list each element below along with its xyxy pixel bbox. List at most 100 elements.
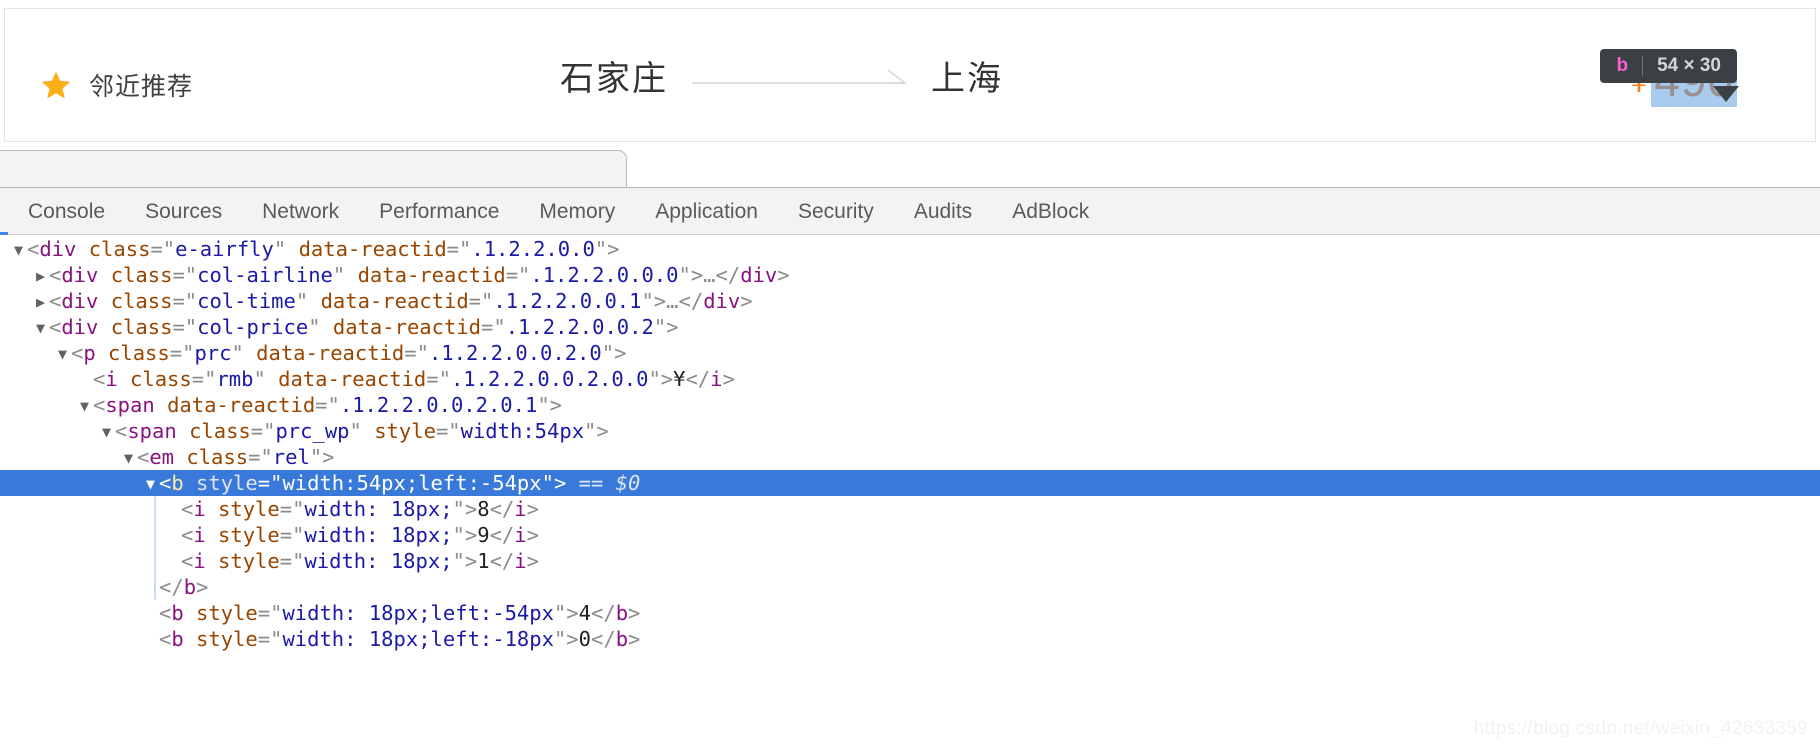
- dom-token-tag: i: [193, 549, 206, 573]
- dom-token-punct: =": [315, 393, 340, 417]
- dom-node[interactable]: <div class="col-time" data-reactid=".1.2…: [0, 288, 1820, 314]
- dom-token-punct: ">: [553, 601, 579, 625]
- dom-tree-view[interactable]: <div class="e-airfly" data-reactid=".1.2…: [0, 236, 1820, 748]
- dom-token-attr: style: [218, 549, 280, 573]
- dom-token-attr: style: [196, 601, 258, 625]
- dom-node[interactable]: <i style="width: 18px;">8</i>: [0, 496, 1820, 522]
- arrow-right-icon: [692, 66, 907, 92]
- dom-token-punct: </: [678, 289, 704, 313]
- flight-result-card[interactable]: 邻近推荐 石家庄 上海 ¥ 490 b 54 × 30: [4, 8, 1816, 142]
- dom-token-punct: =": [279, 523, 305, 547]
- dom-node[interactable]: <i style="width: 18px;">9</i>: [0, 522, 1820, 548]
- chevron-right-icon[interactable]: [36, 263, 48, 289]
- dom-token-attr: class: [130, 367, 192, 391]
- chevron-right-icon[interactable]: [36, 289, 48, 315]
- dom-token-punct: <: [49, 315, 62, 339]
- devtools-tab-network[interactable]: Network: [242, 188, 359, 235]
- dom-token-attr: class: [88, 237, 151, 261]
- inspector-divider: [1642, 56, 1644, 76]
- dom-token-punct: =": [257, 601, 283, 625]
- dom-token-punct: =": [257, 627, 283, 651]
- devtools-window-tab-strip[interactable]: [0, 150, 627, 188]
- dom-token-punct: ">: [309, 445, 335, 469]
- dom-node[interactable]: <div class="e-airfly" data-reactid=".1.2…: [0, 236, 1820, 262]
- dom-token-punct: ": [253, 367, 279, 391]
- chevron-down-icon[interactable]: [102, 419, 114, 445]
- dom-token-attr: class: [189, 419, 251, 443]
- dom-token-punct: </: [489, 523, 515, 547]
- devtools-tab-application[interactable]: Application: [635, 188, 778, 235]
- dom-token-punct: >: [526, 497, 539, 521]
- dom-token-punct: ": [273, 237, 299, 261]
- flight-row[interactable]: 邻近推荐 石家庄 上海 ¥ 490 b 54 × 30: [5, 9, 1815, 141]
- chevron-down-icon[interactable]: [58, 341, 70, 367]
- dom-node[interactable]: <b style="width: 18px;left:-54px">4</b>: [0, 600, 1820, 626]
- chevron-down-icon[interactable]: [14, 237, 26, 263]
- dom-token-punct: <: [137, 445, 150, 469]
- devtools-panel: ntsConsoleSourcesNetworkPerformanceMemor…: [0, 150, 1820, 748]
- dom-token-tag: div: [703, 289, 741, 313]
- dom-token-attr: class: [110, 263, 173, 287]
- dom-token-punct: >: [722, 367, 735, 391]
- dom-node[interactable]: <p class="prc" data-reactid=".1.2.2.0.0.…: [0, 340, 1820, 366]
- dom-token-punct: >: [526, 523, 539, 547]
- inspector-tag-name: b: [1616, 55, 1629, 76]
- dom-node[interactable]: <b style="width: 18px;left:-18px">0</b>: [0, 626, 1820, 652]
- dom-node[interactable]: <div class="col-price" data-reactid=".1.…: [0, 314, 1820, 340]
- dom-token-punct: <: [159, 471, 172, 495]
- dom-token-attr: class: [110, 289, 173, 313]
- dom-token-punct: </: [685, 367, 711, 391]
- dom-token-punct: </: [159, 575, 184, 599]
- chevron-down-icon[interactable]: [36, 315, 48, 341]
- dom-node[interactable]: <i style="width: 18px;">1</i>: [0, 548, 1820, 574]
- dom-node[interactable]: <span class="prc_wp" style="width:54px">: [0, 418, 1820, 444]
- dom-token-punct: ">: [452, 497, 478, 521]
- dom-token-punct: =": [172, 263, 198, 287]
- chevron-down-icon[interactable]: [146, 471, 158, 497]
- dom-token-punct: =": [150, 237, 176, 261]
- dom-token-val: .1.2.2.0.0.2: [505, 315, 654, 339]
- dom-token-text: 0: [578, 627, 591, 651]
- devtools-tab-nts[interactable]: nts: [0, 188, 9, 235]
- devtools-tab-performance[interactable]: Performance: [359, 188, 519, 235]
- dom-node-selected[interactable]: <b style="width:54px;left:-54px"> == $0: [0, 470, 1820, 496]
- devtools-tab-sources[interactable]: Sources: [125, 188, 242, 235]
- dom-token-tag: i: [514, 497, 527, 521]
- destination-city: 上海: [931, 59, 1003, 99]
- dom-token-tag: i: [514, 549, 527, 573]
- dom-node[interactable]: <i class="rmb" data-reactid=".1.2.2.0.0.…: [0, 366, 1820, 392]
- price-block[interactable]: ¥ 490 b 54 × 30: [1600, 49, 1739, 107]
- devtools-tabs: ntsConsoleSourcesNetworkPerformanceMemor…: [0, 188, 1109, 235]
- dom-token-val: width: 18px;: [304, 523, 453, 547]
- dom-token-attr: data-reactid: [357, 263, 506, 287]
- dom-token-punct: [184, 627, 196, 651]
- devtools-tab-audits[interactable]: Audits: [894, 188, 992, 235]
- dom-token-tag: b: [615, 627, 629, 651]
- chevron-down-icon[interactable]: [124, 445, 136, 471]
- dom-node[interactable]: <span data-reactid=".1.2.2.0.0.2.0.1">: [0, 392, 1820, 418]
- dom-token-val: width: 18px;: [304, 497, 453, 521]
- dom-token-punct: [96, 341, 108, 365]
- dom-node[interactable]: </b>: [0, 574, 1820, 600]
- dom-token-tag: div: [39, 237, 77, 261]
- inspector-dimensions: 54 × 30: [1657, 55, 1721, 76]
- devtools-tab-adblock[interactable]: AdBlock: [992, 188, 1109, 235]
- dom-token-punct: <: [49, 263, 62, 287]
- dom-token-tag: p: [83, 341, 96, 365]
- dom-token-tag: span: [105, 393, 155, 417]
- devtools-tab-console[interactable]: Console: [8, 188, 125, 235]
- devtools-tab-security[interactable]: Security: [778, 188, 894, 235]
- dom-token-punct: =": [257, 471, 283, 495]
- dom-node[interactable]: <div class="col-airline" data-reactid=".…: [0, 262, 1820, 288]
- route-display: 石家庄 上海: [560, 57, 1003, 101]
- dom-token-text: 1: [477, 549, 490, 573]
- dom-token-val: .1.2.2.0.0.2.0.0: [450, 367, 649, 391]
- dom-token-punct: <: [93, 367, 106, 391]
- dom-token-punct: =": [191, 367, 217, 391]
- devtools-tab-memory[interactable]: Memory: [519, 188, 635, 235]
- chevron-down-icon[interactable]: [80, 393, 92, 419]
- dom-token-punct: =": [435, 419, 461, 443]
- dom-token-punct: =": [279, 549, 305, 573]
- dom-token-val: col-price: [197, 315, 309, 339]
- dom-node[interactable]: <em class="rel">: [0, 444, 1820, 470]
